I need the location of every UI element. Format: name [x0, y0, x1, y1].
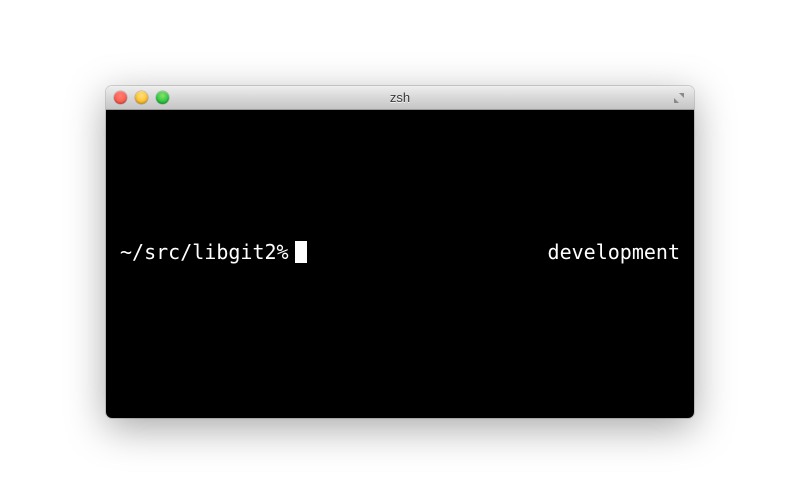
titlebar-right: [672, 91, 686, 105]
window-title: zsh: [106, 90, 694, 105]
prompt-path: ~/src/libgit2%: [120, 240, 289, 264]
zoom-button[interactable]: [156, 91, 169, 104]
fullscreen-icon[interactable]: [672, 91, 686, 105]
prompt-left: ~/src/libgit2%: [120, 240, 307, 264]
cursor-block: [295, 241, 307, 263]
terminal-line: ~/src/libgit2% development: [120, 240, 680, 264]
traffic-lights: [114, 91, 169, 104]
prompt-right: development: [548, 240, 680, 264]
terminal-body[interactable]: ~/src/libgit2% development: [106, 110, 694, 418]
terminal-window: zsh ~/src/libgit2% development: [106, 86, 694, 418]
window-titlebar[interactable]: zsh: [106, 86, 694, 110]
close-button[interactable]: [114, 91, 127, 104]
minimize-button[interactable]: [135, 91, 148, 104]
